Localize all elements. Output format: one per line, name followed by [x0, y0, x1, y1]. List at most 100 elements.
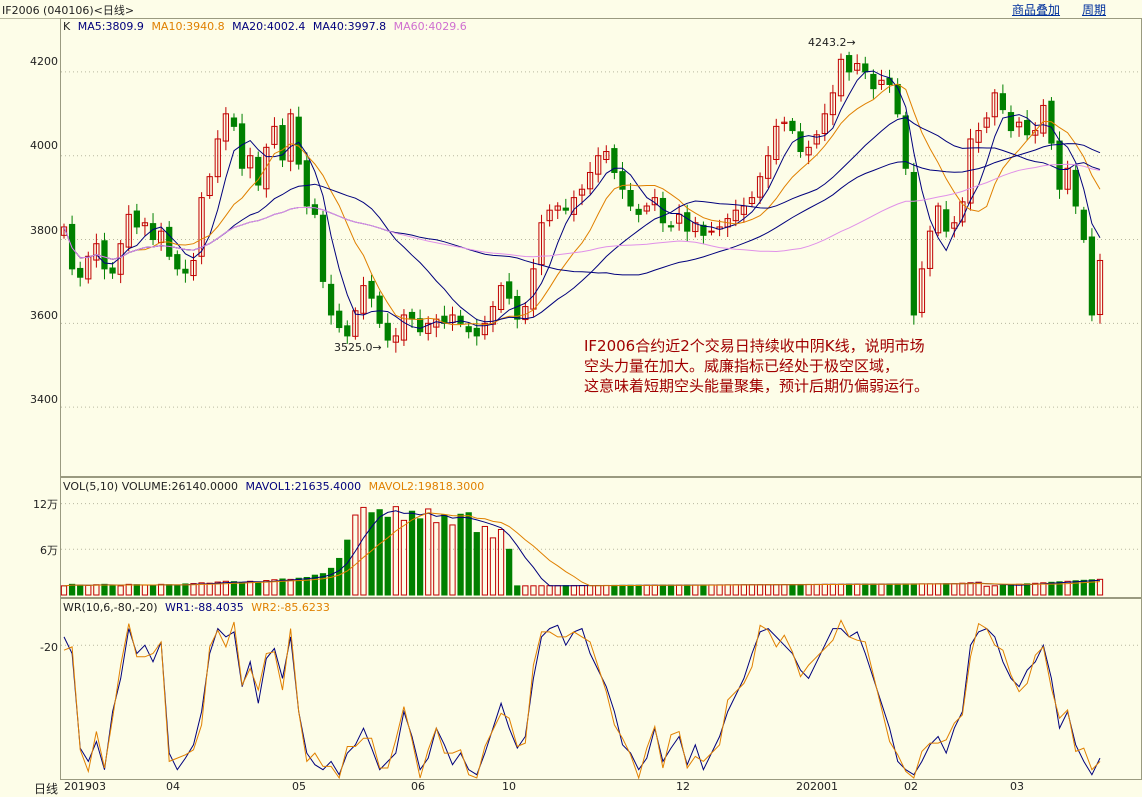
volume-bar: [918, 583, 926, 596]
volume-bar: [457, 513, 464, 596]
volume-bar: [675, 584, 683, 596]
candle-body: [465, 326, 472, 333]
volume-bar: [360, 506, 367, 596]
candle-body: [1024, 120, 1031, 136]
volume-bar: [449, 524, 456, 596]
legend-wr1: WR1:-88.4035: [165, 601, 244, 614]
candle-body: [457, 315, 464, 324]
volume-bar: [732, 584, 739, 596]
volume-bar: [894, 583, 901, 596]
volume-bar: [117, 585, 124, 596]
volume-bar: [344, 539, 351, 596]
volume-bar: [845, 583, 853, 596]
volume-bar: [999, 584, 1007, 596]
candle-body: [384, 322, 391, 341]
volume-bar: [902, 583, 909, 596]
legend-ma5: MA5:3809.9: [77, 20, 144, 33]
volume-bar: [765, 584, 772, 596]
legend-ma60: MA60:4029.6: [393, 20, 467, 33]
volume-bar: [724, 584, 731, 596]
volume-bar: [400, 519, 408, 596]
volume-bar: [497, 529, 505, 596]
xtick-05: 05: [292, 780, 306, 793]
volume-bar: [821, 583, 828, 596]
candle-body: [845, 55, 853, 73]
volume-bar: [562, 585, 569, 596]
volume-bar: [943, 583, 950, 596]
candle-body: [627, 189, 634, 207]
volume-bar: [473, 532, 480, 596]
volume-bar: [157, 583, 165, 596]
candle-body: [684, 212, 691, 232]
volume-bar: [578, 585, 586, 596]
volume-bar: [416, 518, 424, 596]
legend-wr: WR(10,6,-80,-20): [63, 601, 158, 614]
ytick-4000: 4000: [30, 139, 58, 152]
xtick-202001: 202001: [796, 780, 838, 793]
volume-bar: [101, 583, 108, 596]
candle-body: [336, 310, 343, 329]
volume-bar: [141, 584, 149, 596]
volume-bar: [716, 584, 723, 596]
volume-bar: [522, 585, 529, 596]
volume-bar: [433, 522, 440, 596]
period-label: 日线: [34, 782, 59, 796]
volume-bar: [934, 583, 942, 596]
legend-mavol1: MAVOL1:21635.4000: [245, 480, 362, 493]
ytick-4200: 4200: [30, 55, 58, 68]
volume-bar: [805, 583, 812, 596]
volume-bar: [951, 583, 958, 596]
volume-bar: [166, 584, 173, 596]
candle-body: [303, 160, 310, 207]
candle-body: [506, 281, 513, 299]
volume-bar: [659, 584, 667, 596]
volume-bar: [247, 580, 254, 596]
volume-bar: [481, 525, 489, 596]
legend-ma20: MA20:4002.4: [232, 20, 306, 33]
candle-body: [902, 115, 909, 169]
low-mark: 3525.0→: [334, 341, 382, 354]
volume-bar: [174, 584, 181, 596]
xtick-03: 03: [1010, 780, 1024, 793]
volume-bar: [781, 584, 788, 596]
volume-bar: [376, 509, 383, 596]
volume-bar: [263, 580, 270, 596]
candle-body: [408, 311, 416, 320]
mavol1-line: [63, 510, 1101, 587]
candle-body: [635, 208, 642, 215]
kline-legend: K MA5:3809.9 MA10:3940.8 MA20:4002.4 MA4…: [63, 20, 471, 33]
volume-bar: [692, 584, 699, 596]
volume-bar: [336, 557, 343, 596]
volume-bar: [1040, 582, 1047, 596]
volume-bar: [60, 585, 68, 596]
legend-wr2: WR2:-85.6233: [251, 601, 330, 614]
candle-body: [473, 327, 480, 337]
xtick-201903: 201903: [64, 780, 106, 793]
volume-bar: [635, 584, 642, 596]
legend-mavol2: MAVOL2:19818.3000: [368, 480, 485, 493]
candle-body: [368, 280, 375, 299]
volume-bar: [489, 537, 497, 596]
volume-bar: [886, 583, 893, 596]
candle-body: [1072, 169, 1079, 207]
volume-bar: [684, 584, 691, 596]
xtick-12: 12: [676, 780, 690, 793]
volume-bar: [514, 585, 521, 596]
volume-bar: [967, 582, 974, 596]
candle-body: [327, 283, 335, 316]
candle-body: [416, 318, 424, 333]
volume-bar: [700, 584, 707, 596]
candle-body: [1088, 236, 1096, 316]
volume-bar: [773, 584, 780, 596]
ytick-vol-6w: 6万: [40, 544, 58, 557]
volume-bar: [125, 583, 132, 596]
vol-legend: VOL(5,10) VOLUME:26140.0000 MAVOL1:21635…: [63, 480, 488, 493]
volume-bar: [667, 584, 675, 596]
high-value: 4243.2: [808, 36, 847, 49]
ytick-3600: 3600: [30, 309, 58, 322]
volume-bar: [546, 585, 553, 596]
volume-bar: [206, 582, 213, 596]
candle-body: [870, 73, 877, 90]
note-line-2: 空头力量在加大。威廉指标已经处于极空区域，: [584, 357, 900, 375]
volume-bar: [392, 506, 399, 596]
